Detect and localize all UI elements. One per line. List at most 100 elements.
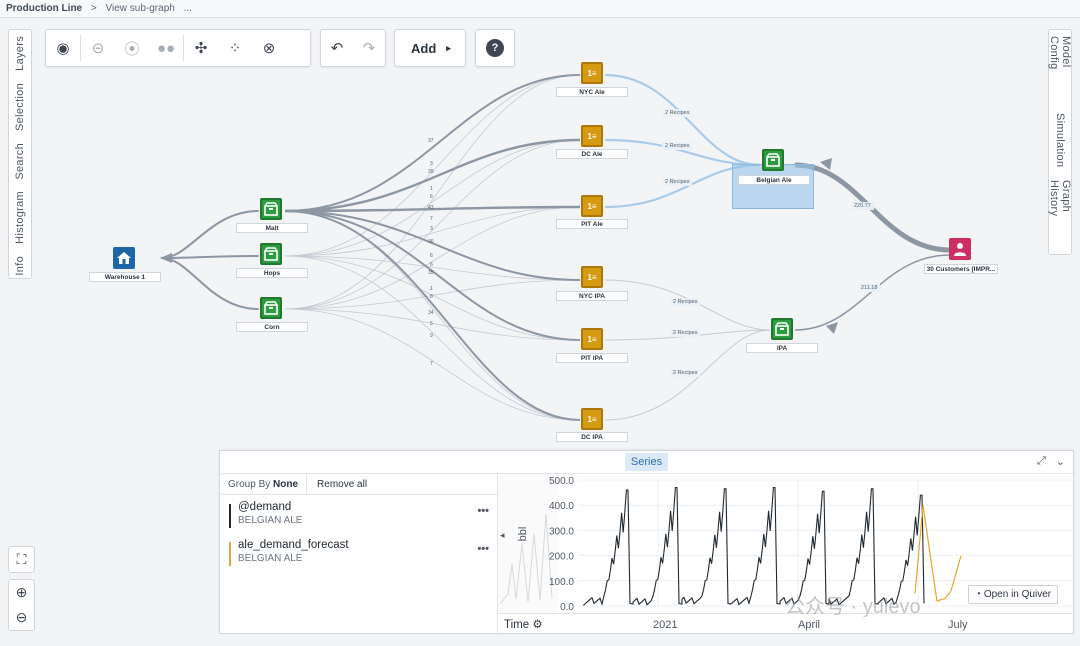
- open-in-quiver-label: Open in Quiver: [983, 589, 1052, 600]
- edge-label-recipes[interactable]: 2 Recipes: [662, 109, 693, 117]
- collapse-arrow: ◂: [500, 530, 505, 540]
- edge-label-recipes[interactable]: 2 Recipes: [670, 298, 701, 306]
- minimap-bg: [498, 474, 558, 614]
- time-label: Time: [504, 619, 530, 631]
- node-dc-ipa[interactable]: DC IPA: [556, 432, 628, 442]
- fit-view-icon[interactable]: ⛶: [9, 547, 34, 572]
- time-axis-button[interactable]: Time ⚙: [504, 617, 543, 631]
- node-corn[interactable]: Corn: [236, 322, 308, 332]
- y-tick-label: 0.0: [560, 602, 574, 613]
- link-icon[interactable]: ⊝: [81, 30, 115, 66]
- series-name: ale_demand_forecast: [238, 539, 349, 551]
- edge-number: 35: [428, 270, 434, 276]
- package-icon[interactable]: [260, 297, 282, 319]
- house-icon[interactable]: [113, 247, 135, 269]
- panel-actions: ⤢ ⌄: [1037, 455, 1065, 468]
- add-button-label: Add: [411, 40, 437, 56]
- node-pit-ipa[interactable]: PIT IPA: [556, 353, 628, 363]
- tab-info[interactable]: Info: [14, 250, 26, 282]
- recipe-list-icon[interactable]: 1≡: [581, 408, 603, 430]
- series-panel: Series ⤢ ⌄ Group By None Remove all @dem…: [219, 450, 1074, 634]
- path-icon[interactable]: ⦿: [115, 30, 149, 66]
- node-nyc-ale[interactable]: NYC Ale: [556, 87, 628, 97]
- tab-layers[interactable]: Layers: [14, 30, 26, 77]
- tab-graph-history[interactable]: Graph History: [1048, 174, 1072, 254]
- zoom-out-icon[interactable]: ⊖: [9, 605, 34, 630]
- package-icon[interactable]: [762, 149, 784, 171]
- series-color-bar: [229, 504, 231, 528]
- edge-label-recipes[interactable]: 2 Recipes: [670, 329, 701, 337]
- scatter-icon[interactable]: ⁘: [218, 30, 252, 66]
- open-in-quiver-button[interactable]: ◔ Open in Quiver: [968, 585, 1059, 604]
- tab-model-config[interactable]: Model Config: [1048, 30, 1072, 107]
- caret-right-icon: ▸: [446, 42, 451, 53]
- edge-label-recipes[interactable]: 2 Recipes: [662, 142, 693, 150]
- group-by-label: Group By: [228, 478, 271, 490]
- node-nyc-ipa[interactable]: NYC IPA: [556, 291, 628, 301]
- more-options-icon[interactable]: •••: [477, 543, 489, 555]
- series-list: @demand BELGIAN ALE ••• ale_demand_forec…: [220, 495, 498, 634]
- add-button[interactable]: Add ▸: [395, 30, 467, 66]
- recipe-list-icon[interactable]: 1≡: [581, 125, 603, 147]
- series-subtitle: BELGIAN ALE: [238, 553, 303, 564]
- recipe-list-icon[interactable]: 1≡: [581, 195, 603, 217]
- customers-icon[interactable]: [949, 238, 971, 260]
- edge-number: 3: [430, 161, 433, 167]
- gear-icon: ⚙: [532, 619, 543, 631]
- select-icon[interactable]: ◉: [46, 30, 80, 66]
- undo-icon[interactable]: ↶: [321, 30, 353, 66]
- series-item-forecast[interactable]: ale_demand_forecast BELGIAN ALE •••: [220, 533, 497, 571]
- maximize-icon[interactable]: ⤢: [1037, 455, 1046, 468]
- recipe-list-icon[interactable]: 1≡: [581, 266, 603, 288]
- breadcrumb: Production Line > View sub-graph ...: [0, 0, 1080, 18]
- breadcrumb-more[interactable]: ...: [184, 3, 192, 14]
- node-belgian-ale[interactable]: Belgian Ale: [738, 175, 810, 185]
- series-line-forecast: [914, 505, 962, 602]
- pair-icon[interactable]: ●●: [149, 30, 183, 66]
- package-icon[interactable]: [771, 318, 793, 340]
- more-options-icon[interactable]: •••: [477, 505, 489, 517]
- recipe-list-icon[interactable]: 1≡: [581, 62, 603, 84]
- y-tick-label: 300.0: [549, 526, 574, 537]
- edge-number: 3: [430, 226, 433, 232]
- expand-nodes-icon[interactable]: ✣: [184, 30, 218, 66]
- edge-number: 36: [428, 239, 434, 245]
- node-warehouse[interactable]: Warehouse 1: [89, 272, 161, 282]
- remove-all-button[interactable]: Remove all: [307, 479, 377, 490]
- tab-histogram[interactable]: Histogram: [14, 185, 26, 250]
- group-by-control[interactable]: Group By None: [220, 473, 308, 495]
- edge-number: 9: [430, 333, 433, 339]
- series-color-bar: [229, 542, 231, 566]
- node-pit-ale[interactable]: PIT Ale: [556, 219, 628, 229]
- package-icon[interactable]: [260, 243, 282, 265]
- recipe-list-icon[interactable]: 1≡: [581, 328, 603, 350]
- node-hops[interactable]: Hops: [236, 268, 308, 278]
- help-icon[interactable]: ?: [486, 39, 504, 57]
- redo-icon[interactable]: ↷: [353, 30, 385, 66]
- tab-search[interactable]: Search: [14, 137, 26, 186]
- tab-series[interactable]: Series: [624, 453, 669, 471]
- breadcrumb-current[interactable]: View sub-graph: [106, 3, 175, 14]
- edge-label-recipes[interactable]: 2 Recipes: [670, 369, 701, 377]
- tab-selection[interactable]: Selection: [14, 77, 26, 137]
- group-by-bar: Group By None Remove all: [220, 473, 498, 495]
- remove-icon[interactable]: ⊗: [252, 30, 286, 66]
- tab-simulation[interactable]: Simulation: [1054, 107, 1066, 173]
- fit-view-control: ⛶: [8, 546, 35, 573]
- node-ipa[interactable]: IPA: [746, 343, 818, 353]
- package-icon[interactable]: [260, 198, 282, 220]
- edge-label-recipes[interactable]: 2 Recipes: [662, 178, 693, 186]
- y-tick-label: 400.0: [549, 501, 574, 512]
- series-item-demand[interactable]: @demand BELGIAN ALE •••: [220, 495, 497, 533]
- x-tick-label: 2021: [653, 619, 678, 631]
- node-dc-ale[interactable]: DC Ale: [556, 149, 628, 159]
- node-malt[interactable]: Malt: [236, 223, 308, 233]
- edge-number: 34: [428, 310, 434, 316]
- y-tick-label: 200.0: [549, 552, 574, 563]
- zoom-in-icon[interactable]: ⊕: [9, 580, 34, 605]
- edge-label-flow[interactable]: 220.77: [851, 202, 874, 210]
- breadcrumb-root[interactable]: Production Line: [6, 3, 82, 14]
- edge-label-flow[interactable]: 211.18: [858, 284, 881, 292]
- collapse-icon[interactable]: ⌄: [1056, 455, 1065, 468]
- node-customers[interactable]: 30 Customers [IMPR...: [924, 264, 998, 274]
